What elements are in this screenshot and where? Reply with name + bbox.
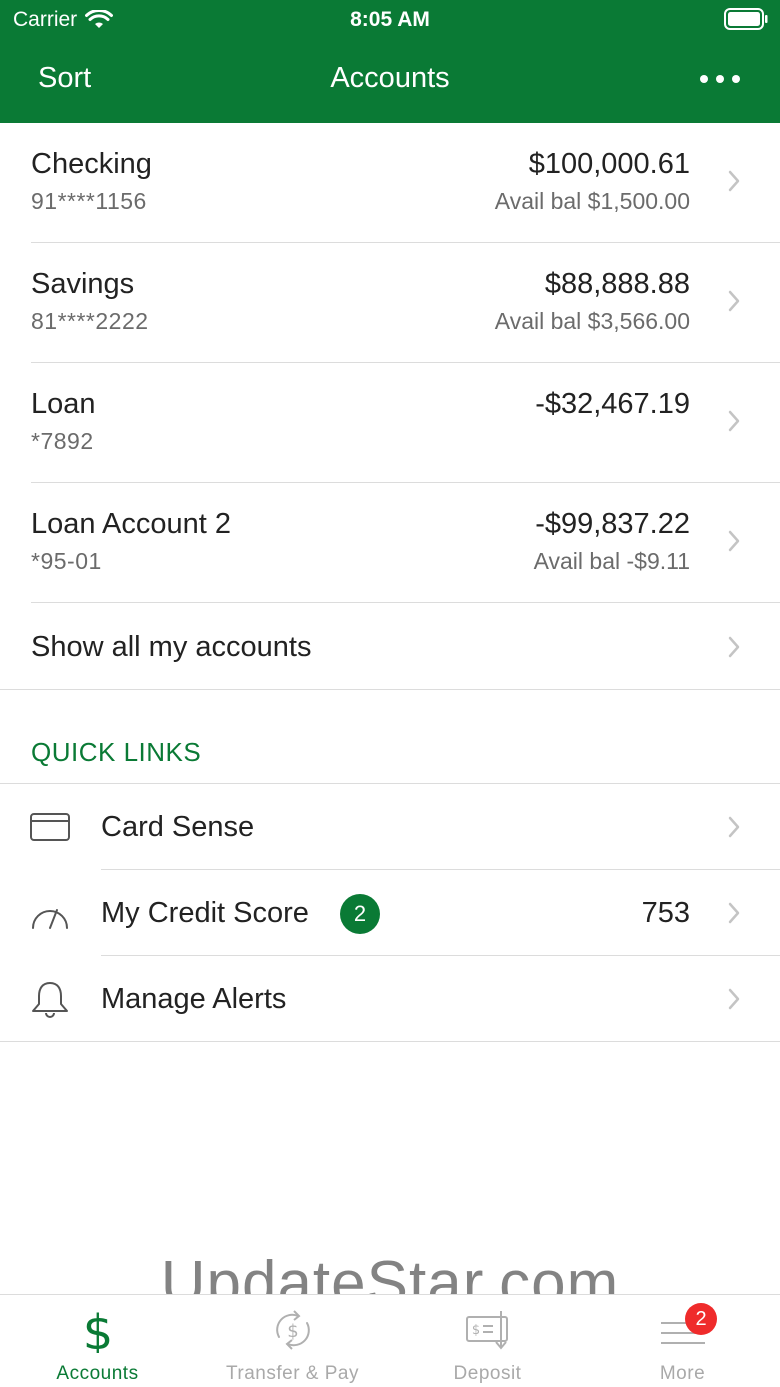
quick-link-label: Card Sense <box>101 811 255 843</box>
account-balance: $88,888.88 <box>544 268 690 300</box>
notification-badge: 2 <box>685 1303 717 1335</box>
app-header: Carrier 8:05 AM Sort Accounts <box>0 0 780 123</box>
credit-score-value: 753 <box>641 897 690 929</box>
card-icon <box>30 813 70 841</box>
account-row-checking[interactable]: Checking 91****1156 $100,000.61 Avail ba… <box>0 123 780 243</box>
account-row-loan-account-2[interactable]: Loan Account 2 *95-01 -$99,837.22 Avail … <box>0 483 780 603</box>
account-number: *95-01 <box>31 548 102 574</box>
page-title: Accounts <box>330 62 450 94</box>
tab-label: Accounts <box>56 1363 139 1384</box>
tab-label: Transfer & Pay <box>225 1363 359 1384</box>
account-number: 91****1156 <box>31 188 147 214</box>
account-balance: -$99,837.22 <box>535 508 690 540</box>
credit-score-badge: 2 <box>340 894 380 934</box>
tab-more[interactable]: 2 More <box>585 1295 780 1387</box>
quick-link-label: Manage Alerts <box>101 983 287 1015</box>
account-list: Checking 91****1156 $100,000.61 Avail ba… <box>0 123 780 1042</box>
svg-text:$: $ <box>82 1307 113 1353</box>
tab-deposit[interactable]: $ Deposit <box>390 1295 585 1387</box>
gauge-icon <box>32 909 68 929</box>
chevron-right-icon <box>728 290 740 312</box>
show-all-accounts-label: Show all my accounts <box>31 631 312 663</box>
svg-text:$: $ <box>287 1321 298 1342</box>
show-all-accounts-row[interactable]: Show all my accounts <box>0 603 780 690</box>
quick-links-header: QUICK LINKS <box>0 690 780 784</box>
chevron-right-icon <box>728 530 740 552</box>
tab-accounts[interactable]: $ Accounts <box>0 1295 195 1387</box>
account-available-balance: Avail bal $3,566.00 <box>494 308 690 334</box>
status-time: 8:05 AM <box>350 8 430 31</box>
chevron-right-icon <box>728 170 740 192</box>
quick-link-label: My Credit Score <box>101 897 309 929</box>
svg-text:$: $ <box>471 1323 479 1338</box>
account-row-loan[interactable]: Loan *7892 -$32,467.19 <box>0 363 780 483</box>
battery-icon <box>724 8 768 30</box>
dollar-icon: $ <box>82 1307 113 1353</box>
account-balance: $100,000.61 <box>528 148 690 180</box>
account-balance: -$32,467.19 <box>535 388 690 420</box>
account-available-balance: Avail bal $1,500.00 <box>494 188 690 214</box>
account-available-balance: Avail bal -$9.11 <box>533 548 690 574</box>
tab-bar: $ Accounts $ Transfer & Pay $ Deposit 2 … <box>0 1294 780 1387</box>
quick-links-title: QUICK LINKS <box>31 737 202 767</box>
account-name: Loan <box>31 388 96 420</box>
quick-link-credit-score[interactable]: My Credit Score 2 753 <box>0 870 780 956</box>
chevron-right-icon <box>728 988 740 1010</box>
navigation-bar: Sort Accounts <box>0 40 780 123</box>
tab-label: Deposit <box>453 1363 522 1384</box>
account-row-savings[interactable]: Savings 81****2222 $88,888.88 Avail bal … <box>0 243 780 363</box>
chevron-right-icon <box>728 816 740 838</box>
account-name: Loan Account 2 <box>31 508 231 540</box>
quick-link-manage-alerts[interactable]: Manage Alerts <box>0 956 780 1042</box>
account-number: *7892 <box>31 428 94 454</box>
bell-icon <box>32 982 68 1018</box>
more-options-icon[interactable] <box>700 68 740 90</box>
chevron-right-icon <box>728 410 740 432</box>
transfer-icon: $ <box>275 1310 310 1350</box>
tab-label: More <box>659 1363 706 1384</box>
tab-transfer-pay[interactable]: $ Transfer & Pay <box>195 1295 390 1387</box>
deposit-check-icon: $ <box>465 1311 508 1350</box>
status-bar: Carrier 8:05 AM <box>0 0 780 40</box>
account-name: Checking <box>31 148 152 180</box>
chevron-right-icon <box>728 636 740 658</box>
chevron-right-icon <box>728 902 740 924</box>
account-name: Savings <box>31 268 135 300</box>
quick-link-card-sense[interactable]: Card Sense <box>0 784 780 870</box>
account-number: 81****2222 <box>31 308 149 334</box>
